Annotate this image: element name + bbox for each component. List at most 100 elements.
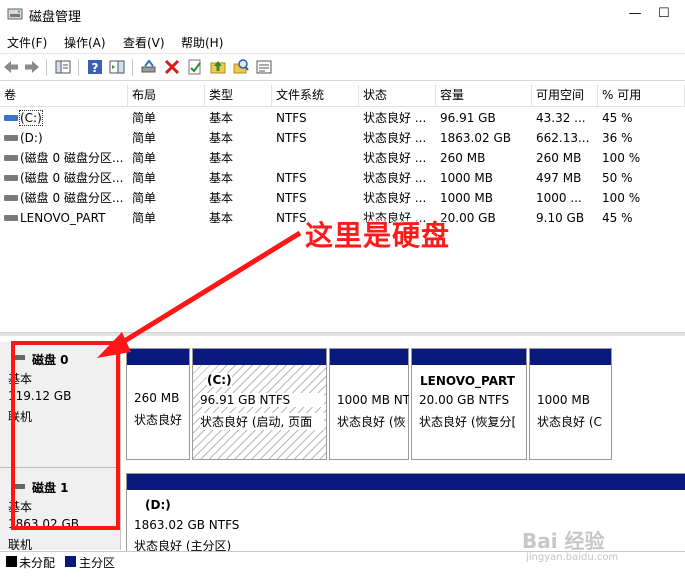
volume-name: (磁盘 0 磁盘分区... [20,171,124,185]
console-tree-icon[interactable] [54,58,72,76]
forward-arrow-icon[interactable] [23,58,41,76]
volume-name: (磁盘 0 磁盘分区... [20,151,124,165]
legend-unallocated: 未分配 [19,556,56,570]
cell-status: 状态良好 ... [363,151,427,165]
toolbar: ? [0,53,685,81]
partition-size: 20.00 GB NTFS [419,393,510,407]
partition-bar [330,349,408,365]
column-header-free-space[interactable]: 可用空间 [532,85,598,107]
properties-icon[interactable] [186,58,204,76]
legend-primary: 主分区 [79,556,116,570]
volume-icon [4,214,18,221]
partition-bar [193,349,326,365]
cell-capacity: 260 MB [440,151,486,165]
partition-disk0-5[interactable]: 1000 MB 状态良好 (C [529,348,612,460]
partition-bar [127,349,189,365]
partition-status: 状态良好 (恢复分[ [419,415,517,429]
volume-icon [4,134,18,141]
cell-filesystem: NTFS [276,171,307,185]
search-icon[interactable] [232,58,250,76]
menu-file[interactable]: 文件(F) [7,34,47,51]
volume-name: (磁盘 0 磁盘分区... [20,191,124,205]
minimize-button[interactable]: — [612,0,658,30]
connect-drive-icon[interactable] [140,58,158,76]
cell-type: 基本 [209,191,234,205]
table-row[interactable]: (C:) 简单 基本 NTFS 状态良好 ... 96.91 GB 43.32 ... 45 … [0,108,685,128]
menu-action[interactable]: 操作(A) [64,34,106,51]
volume-icon [4,114,18,121]
column-header-filesystem[interactable]: 文件系统 [272,85,359,107]
cell-volume: LENOVO_PART [0,208,128,228]
column-header-volume[interactable]: 卷 [0,85,128,107]
toolbar-separator [132,59,133,76]
cell-volume: (C:) [0,108,128,128]
annotation-highlight-box [11,341,120,530]
maximize-button[interactable]: ☐ [658,0,685,30]
cell-volume: (磁盘 0 磁盘分区... [0,188,128,208]
cell-type: 基本 [209,211,234,225]
cell-layout: 简单 [132,131,157,145]
cell-percent-free: 45 % [602,211,633,225]
column-header-layout[interactable]: 布局 [128,85,205,107]
partition-bar [127,474,685,490]
cell-status: 状态良好 ... [363,131,427,145]
cell-free-space: 662.13... [536,131,590,145]
volume-list: 卷 布局 类型 文件系统 状态 容量 可用空间 % 可用 (C:) 简单 基本 NTF… [0,85,685,331]
cell-capacity: 96.91 GB [440,111,496,125]
column-header-type[interactable]: 类型 [205,85,272,107]
partition-bar [530,349,611,365]
cell-percent-free: 36 % [602,131,633,145]
volume-icon [4,194,18,201]
partition-name: (C:) [207,373,232,387]
delete-icon[interactable] [163,58,181,76]
partition-name: LENOVO_PART [420,374,515,388]
partition-disk0-lenovo[interactable]: LENOVO_PART 20.00 GB NTFS 状态良好 (恢复分[ [411,348,527,460]
baidu-watermark: Bai 经验 jingyan.baidu.com [522,525,618,563]
table-row[interactable]: (D:) 简单 基本 NTFS 状态良好 ... 1863.02 GB 662.13... 3… [0,128,685,148]
table-row[interactable]: (磁盘 0 磁盘分区... 简单 基本 NTFS 状态良好 ... 1000 MB 1000… [0,188,685,208]
cell-layout: 简单 [132,211,157,225]
column-header-status[interactable]: 状态 [359,85,436,107]
partition-disk0-c[interactable]: (C:) 96.91 GB NTFS 状态良好 (启动, 页面 [192,348,327,460]
back-arrow-icon[interactable] [2,58,20,76]
volume-icon [4,154,18,161]
cell-layout: 简单 [132,191,157,205]
partition-status: 状态良好 [134,413,183,427]
cell-free-space: 9.10 GB [536,211,585,225]
cell-capacity: 1000 MB [440,171,493,185]
cell-filesystem: NTFS [276,131,307,145]
cell-type: 基本 [209,111,234,125]
list-view-icon[interactable] [255,58,273,76]
partition-size: 96.91 GB NTFS [200,393,324,407]
window-title: 磁盘管理 [29,10,82,25]
up-folder-icon[interactable] [209,58,227,76]
column-header-capacity[interactable]: 容量 [436,85,532,107]
column-header-percent-free[interactable]: % 可用 [598,85,685,107]
table-row[interactable]: (磁盘 0 磁盘分区... 简单 基本 NTFS 状态良好 ... 1000 MB 497 … [0,168,685,188]
cell-free-space: 497 MB [536,171,582,185]
cell-volume: (D:) [0,128,128,148]
title-bar: 磁盘管理 — ☐ [0,0,685,30]
table-row[interactable]: (磁盘 0 磁盘分区... 简单 基本 状态良好 ... 260 MB 260 MB 100… [0,148,685,168]
menu-view[interactable]: 查看(V) [123,34,165,51]
watermark-sub: jingyan.baidu.com [526,552,619,563]
toolbar-separator [78,59,79,76]
cell-status: 状态良好 ... [363,111,427,125]
cell-layout: 简单 [132,171,157,185]
help-icon[interactable]: ? [86,58,104,76]
volume-icon [4,174,18,181]
partition-disk0-3[interactable]: 1000 MB NTFS 状态良好 (恢 [329,348,409,460]
cell-capacity: 1000 MB [440,191,493,205]
cell-layout: 简单 [132,111,157,125]
cell-percent-free: 50 % [602,171,633,185]
partition-disk0-1[interactable]: 260 MB 状态良好 [126,348,190,460]
menu-help[interactable]: 帮助(H) [181,34,223,51]
cell-free-space: 43.32 ... [536,111,586,125]
volume-name: (C:) [19,110,43,126]
cell-capacity: 20.00 GB [440,211,496,225]
cell-percent-free: 100 % [602,151,641,165]
watermark-main: Bai 经验 [522,529,605,553]
cell-capacity: 1863.02 GB [440,131,511,145]
menu-bar: 文件(F) 操作(A) 查看(V) 帮助(H) [0,31,685,52]
action-pane-icon[interactable] [108,58,126,76]
